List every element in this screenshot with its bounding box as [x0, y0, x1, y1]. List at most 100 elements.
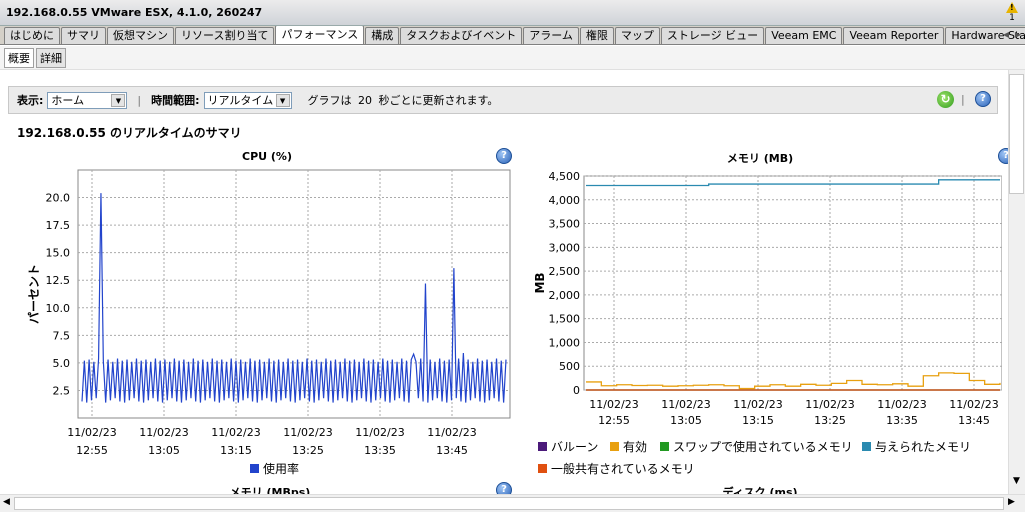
tab-8[interactable]: 権限 [579, 27, 614, 44]
tab-5[interactable]: 構成 [365, 27, 400, 44]
tab-9[interactable]: マップ [614, 27, 660, 44]
memory-legend-swatch [862, 442, 871, 451]
tab-10[interactable]: ストレージ ビュー [660, 27, 765, 44]
memory-xtick-date: 11/02/23 [805, 398, 854, 411]
memory-xtick-date: 11/02/23 [877, 398, 926, 411]
cpu-ytick-label: 5.0 [53, 357, 71, 370]
alert-indicator[interactable]: ! 1 [1003, 2, 1021, 24]
cpu-xtick-date: 11/02/23 [211, 426, 260, 439]
memory-xtick-time: 13:05 [670, 414, 702, 427]
cpu-xtick-time: 13:15 [220, 444, 252, 456]
memory-ytick-label: 3,500 [549, 218, 581, 231]
memory-xtick-date: 11/02/23 [661, 398, 710, 411]
tab-3[interactable]: リソース割り当て [175, 27, 275, 44]
memory-y-axis-label: MB [533, 272, 547, 293]
tab-scroll-left-icon[interactable]: ◀ [1001, 28, 1011, 42]
tab-4[interactable]: パフォーマンス [275, 26, 365, 44]
horizontal-scroll-thumb[interactable] [14, 497, 1004, 510]
memory-ytick-label: 500 [559, 360, 580, 373]
memory-legend-label: バルーン [551, 440, 599, 454]
refresh-interval: 20 [358, 94, 373, 107]
memory-xtick-time: 13:25 [814, 414, 846, 427]
memory-xtick-time: 13:15 [742, 414, 774, 427]
memory-legend-item: バルーン [538, 438, 598, 455]
scroll-left-icon[interactable]: ◀ [3, 497, 10, 507]
tab-scroll-controls: ◀ ▶ [1001, 28, 1023, 42]
memory-chart: 0 500 1,000 1,500 2,000 2,500 3,000 3,500 4,000 4… [533, 170, 1002, 427]
help-icon[interactable]: ? [975, 91, 991, 107]
horizontal-scrollbar[interactable]: ◀ ▶ [0, 494, 1025, 512]
time-range-select[interactable]: リアルタイム ▼ [203, 91, 292, 109]
view-select-value: ホーム [51, 94, 85, 107]
memory-ytick-label: 1,500 [549, 313, 581, 326]
memory-chart-title: メモリ (MB) [726, 152, 794, 165]
memory-legend-swatch [538, 442, 547, 451]
vertical-scroll-thumb[interactable] [1009, 74, 1024, 194]
cpu-chart-title: CPU (%) [242, 150, 292, 163]
cpu-ytick-label: 7.5 [53, 329, 71, 342]
memory-ytick-label: 2,500 [549, 265, 581, 278]
cpu-usage-swatch [250, 464, 259, 473]
cpu-legend-label: 使用率 [263, 462, 300, 476]
memory-ytick-label: 1,000 [549, 336, 581, 349]
memory-legend-item: 有効 [610, 438, 647, 455]
memory-legend-label: 有効 [623, 440, 648, 454]
cpu-xtick-date: 11/02/23 [67, 426, 116, 439]
memory-legend-label: 一般共有されているメモリ [551, 462, 695, 476]
memory-ytick-label: 0 [573, 384, 580, 397]
cpu-xtick-time: 13:45 [436, 444, 468, 456]
cpu-xtick-time: 13:25 [292, 444, 324, 456]
memory-xtick-date: 11/02/23 [949, 398, 998, 411]
tab-0[interactable]: はじめに [4, 27, 60, 44]
refresh-info: グラフは 20 秒ごとに更新されます。 [308, 92, 499, 108]
cpu-xtick-date: 11/02/23 [355, 426, 404, 439]
tab-1[interactable]: サマリ [61, 27, 106, 44]
memory-xtick-date: 11/02/23 [589, 398, 638, 411]
memory-legend-swatch [660, 442, 669, 451]
tab-6[interactable]: タスクおよびイベント [400, 27, 523, 44]
cpu-legend: 使用率 [250, 460, 299, 477]
page-title: 192.168.0.55 のリアルタイムのサマリ [17, 126, 242, 140]
tab-scroll-right-icon[interactable]: ▶ [1013, 28, 1023, 42]
refresh-info-prefix: グラフは [307, 94, 352, 107]
vertical-scrollbar[interactable]: ▼ [1008, 70, 1025, 494]
cpu-chart-help-icon[interactable]: ? [496, 148, 512, 164]
tab-7[interactable]: アラーム [523, 27, 579, 44]
chevron-down-icon: ▼ [275, 93, 290, 107]
cpu-xtick-date: 11/02/23 [427, 426, 476, 439]
memory-legend-swatch [538, 464, 547, 473]
memory-legend-label: スワップで使用されているメモリ [673, 440, 853, 454]
memory-ytick-label: 2,000 [549, 289, 581, 302]
memory-legend-item: スワップで使用されているメモリ [660, 438, 853, 455]
memory-xtick-time: 12:55 [598, 414, 630, 427]
tab-12[interactable]: Veeam Reporter [843, 27, 945, 44]
memory-xtick-date: 11/02/23 [733, 398, 782, 411]
view-label: 表示: [17, 94, 44, 107]
cpu-xtick-time: 12:55 [76, 444, 108, 456]
memory-plot-area [583, 175, 1002, 391]
view-select[interactable]: ホーム ▼ [47, 91, 128, 109]
cpu-y-axis-label: パーセント [27, 264, 41, 324]
tab-11[interactable]: Veeam EMC [765, 27, 843, 44]
subtab-overview[interactable]: 概要 [4, 47, 34, 68]
tab-2[interactable]: 仮想マシン [107, 27, 174, 44]
cpu-ytick-label: 20.0 [46, 192, 71, 205]
memory-xtick-time: 13:35 [886, 414, 918, 427]
cpu-ytick-label: 17.5 [46, 219, 71, 232]
alert-count: 1 [1009, 13, 1015, 23]
window-title: 192.168.0.55 VMware ESX, 4.1.0, 260247 [6, 6, 263, 19]
toolbar-divider: | [961, 93, 965, 106]
time-range-label: 時間範囲: [151, 94, 200, 107]
chart-toolbar: 表示: ホーム ▼ | 時間範囲: リアルタイム ▼ グラフは 20 秒ごとに更… [8, 86, 998, 114]
cpu-chart: 2.5 5.0 7.5 10.0 12.5 15.0 17.5 20.0 11/02/23 12:… [27, 169, 511, 456]
cpu-ytick-label: 2.5 [53, 384, 71, 397]
chevron-down-icon: ▼ [111, 93, 126, 107]
refresh-info-suffix: 秒ごとに更新されます。 [378, 94, 499, 107]
disk-chart-title: ディスク (ms) [722, 486, 798, 494]
cpu-xtick-time: 13:05 [148, 444, 180, 456]
refresh-icon[interactable]: ↻ [937, 91, 954, 108]
scroll-down-icon[interactable]: ▼ [1013, 476, 1020, 486]
warning-icon: ! [1006, 2, 1018, 13]
scroll-right-icon[interactable]: ▶ [1008, 497, 1015, 507]
subtab-advanced[interactable]: 詳細 [36, 47, 66, 68]
